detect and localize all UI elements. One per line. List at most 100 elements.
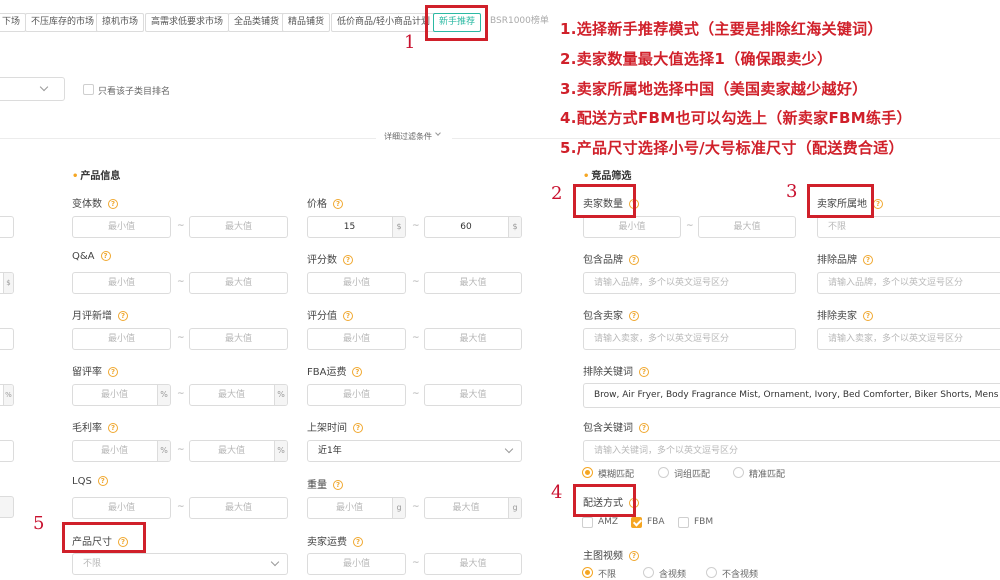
review-rate-label: 留评率? [72,363,118,378]
cutoff-input[interactable] [0,216,14,238]
match-exact-radio[interactable] [733,467,744,478]
weight-min-input[interactable]: 最小值 g [307,497,406,519]
seller-count-max-input[interactable]: 最大值 [698,216,796,238]
annotation-note-1: 1.选择新手推荐模式（主要是排除红海关键词） [560,20,883,38]
seller-location-select[interactable]: 不限 [817,216,1000,238]
video-without-radio[interactable] [706,567,717,578]
fba-fee-label: FBA运费? [307,363,363,378]
review-count-max-input[interactable]: 最大值 [424,272,522,294]
cutoff-input[interactable]: $ [0,272,14,294]
product-filter-title: • 竞品筛选 [583,171,632,182]
include-keywords-label: 包含关键词? [583,419,649,434]
monthly-reviews-max-input[interactable]: 最大值 [189,328,288,350]
match-fuzzy-radio[interactable] [582,467,593,478]
weight-max-input[interactable]: 最大值 g [424,497,522,519]
review-rate-max-input[interactable]: 最大值% [189,384,288,406]
exclude-brand-label: 排除品牌? [817,251,873,266]
seller-shipping-max-input[interactable]: 最大值 [424,553,522,575]
cutoff-input[interactable] [0,496,14,518]
help-icon: ? [343,311,353,321]
match-phrase-radio[interactable] [658,467,669,478]
seller-shipping-min-input[interactable]: 最小值 [307,553,406,575]
variants-label: 变体数? [72,195,118,210]
video-with-radio[interactable] [643,567,654,578]
review-count-label: 评分数? [307,251,353,266]
category-select[interactable] [0,77,65,101]
delivery-fbm-label: FBM [694,517,714,527]
range-separator: ~ [177,277,185,287]
qa-min-input[interactable]: 最小值 [72,272,171,294]
delivery-fba-checkbox[interactable] [631,517,642,528]
tag-no-inventory-market[interactable]: 不压库存的市场 [25,13,101,32]
variants-max-input[interactable]: 最大值 [189,216,288,238]
match-phrase-label: 词组匹配 [674,470,711,480]
annotation-number-1: 1 [404,32,416,53]
match-exact-label: 精准匹配 [749,470,786,480]
range-separator: ~ [177,445,185,455]
range-separator: ~ [412,558,420,568]
price-min-input[interactable]: 15 $ [307,216,406,238]
cutoff-input[interactable]: % [0,384,14,406]
cutoff-input[interactable] [0,328,14,350]
include-keywords-input[interactable]: 请输入关键词，多个以英文逗号区分 [583,440,1000,462]
help-icon: ? [629,551,639,561]
help-icon: ? [629,255,639,265]
tag-all-category[interactable]: 全品类铺货 [228,13,286,32]
highlight-box-5 [62,522,146,553]
monthly-reviews-label: 月评新增? [72,307,128,322]
fba-fee-min-input[interactable]: 最小值 [307,384,406,406]
include-brand-input[interactable]: 请输入品牌，多个以英文逗号区分 [583,272,796,294]
tag-low-price-plan[interactable]: 低价商品/轻小商品计划 [331,13,437,32]
exclude-brand-input[interactable]: 请输入品牌，多个以英文逗号区分 [817,272,1000,294]
delivery-fbm-checkbox[interactable] [678,517,689,528]
range-separator: ~ [177,221,185,231]
seller-count-min-input[interactable]: 最小值 [583,216,681,238]
lqs-max-input[interactable]: 最大值 [189,497,288,519]
tag-premium[interactable]: 精品铺货 [282,13,331,32]
range-separator: ~ [412,389,420,399]
monthly-reviews-min-input[interactable]: 最小值 [72,328,171,350]
rating-max-input[interactable]: 最大值 [424,328,522,350]
price-max-input[interactable]: 60 $ [424,216,522,238]
margin-max-input[interactable]: 最大值% [189,440,288,462]
exclude-keywords-input[interactable]: Brow, Air Fryer, Body Fragrance Mist, Or… [583,383,1000,408]
video-any-radio[interactable] [582,567,593,578]
help-icon: ? [353,537,363,547]
video-any-label: 不限 [598,570,617,580]
tag-market[interactable]: 下场 [0,13,27,32]
category-only-checkbox[interactable] [83,84,94,95]
help-icon: ? [333,199,343,209]
match-fuzzy-label: 模糊匹配 [598,470,635,480]
qa-max-input[interactable]: 最大值 [189,272,288,294]
detail-filter-toggle[interactable]: 详细过滤条件 [384,131,432,142]
variants-min-input[interactable]: 最小值 [72,216,171,238]
cutoff-input[interactable] [0,440,14,462]
chevron-down-icon[interactable] [435,130,441,136]
review-rate-min-input[interactable]: 最小值% [72,384,171,406]
include-seller-input[interactable]: 请输入卖家，多个以英文逗号区分 [583,328,796,350]
range-separator: ~ [177,389,185,399]
video-without-label: 不含视频 [722,570,759,580]
range-separator: ~ [177,333,185,343]
lqs-min-input[interactable]: 最小值 [72,497,171,519]
margin-min-input[interactable]: 最小值% [72,440,171,462]
listing-time-label: 上架时间? [307,419,363,434]
help-icon: ? [118,311,128,321]
product-size-select[interactable]: 不限 [72,553,288,575]
tag-bsr-1000[interactable]: BSR1000榜单 [485,13,554,32]
help-icon: ? [352,367,363,377]
listing-time-select[interactable]: 近1年 [307,440,522,462]
video-with-label: 含视频 [659,570,687,580]
rating-min-input[interactable]: 最小值 [307,328,406,350]
review-count-min-input[interactable]: 最小值 [307,272,406,294]
tag-high-demand-market[interactable]: 高需求低要求市场 [145,13,230,32]
help-icon: ? [639,367,649,377]
lqs-label: LQS? [72,476,108,487]
annotation-note-4: 4.配送方式FBM也可以勾选上（新卖家FBM练手） [560,109,912,127]
exclude-seller-input[interactable]: 请输入卖家，多个以英文逗号区分 [817,328,1000,350]
highlight-box-3 [807,184,874,218]
tag-opportunity-market[interactable]: 掠机市场 [96,13,145,32]
delivery-amz-checkbox[interactable] [582,517,593,528]
fba-fee-max-input[interactable]: 最大值 [424,384,522,406]
help-icon: ? [100,251,111,261]
